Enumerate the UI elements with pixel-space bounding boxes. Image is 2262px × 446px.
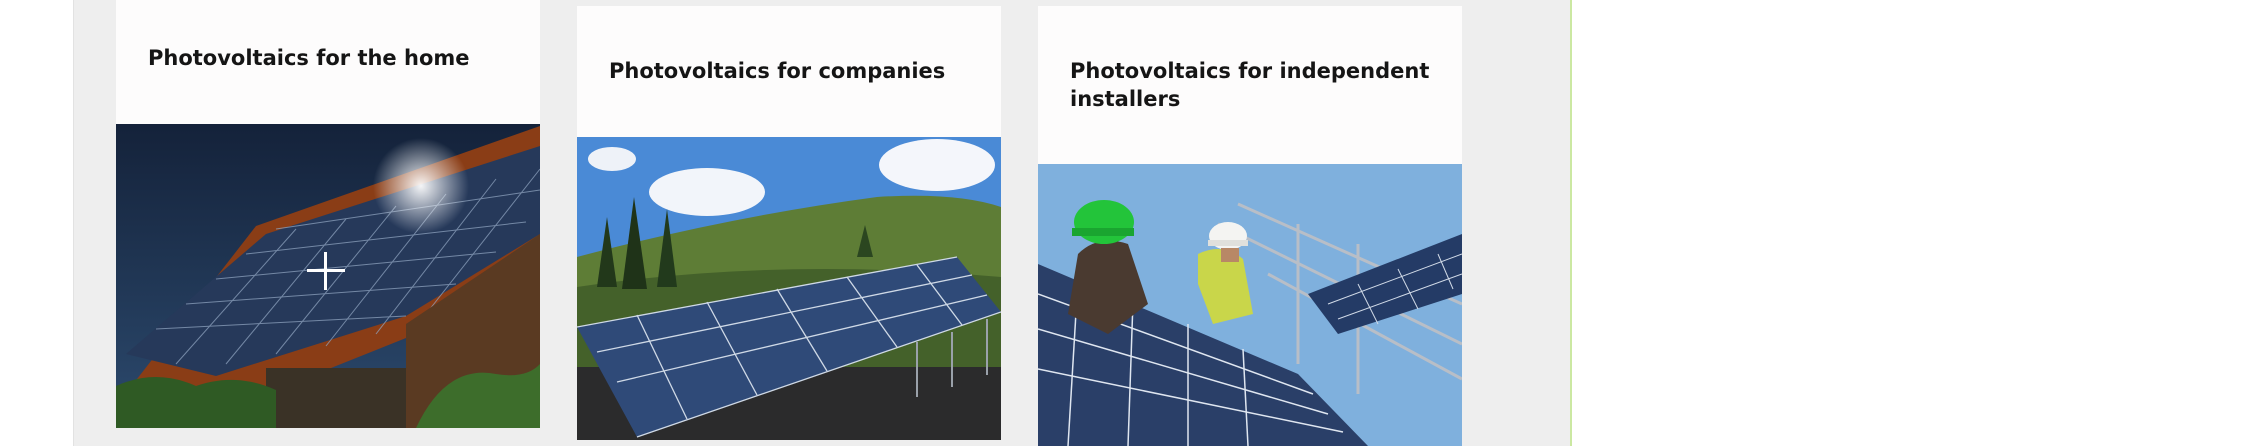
card-home-photovoltaics[interactable]: Photovoltaics for the home [116, 0, 540, 428]
card-companies-photovoltaics[interactable]: Photovoltaics for companies [577, 6, 1001, 440]
crosshair-cursor-icon [307, 252, 345, 290]
section-divider-line [1570, 0, 1572, 446]
installers-solar-array-image[interactable] [1038, 164, 1462, 446]
card-title[interactable]: Photovoltaics for the home [148, 44, 516, 72]
card-installers-photovoltaics[interactable]: Photovoltaics for independent installers [1038, 6, 1462, 446]
left-margin-strip [0, 0, 74, 446]
card-title[interactable]: Photovoltaics for companies [609, 57, 977, 85]
card-title[interactable]: Photovoltaics for independent installers [1070, 57, 1438, 113]
solar-field-image[interactable] [577, 137, 1001, 440]
